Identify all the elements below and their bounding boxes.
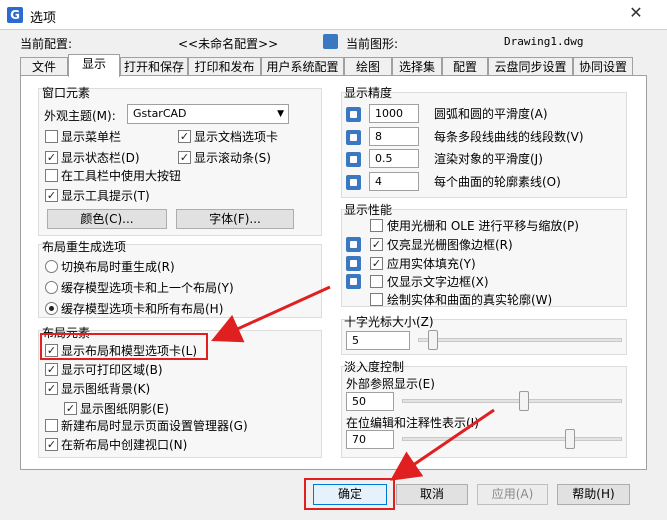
annotation-arrows: [211, 285, 495, 481]
tab-display[interactable]: 显示: [68, 54, 120, 77]
arrow-icon: [390, 408, 495, 481]
arrow-icon: [211, 285, 331, 343]
